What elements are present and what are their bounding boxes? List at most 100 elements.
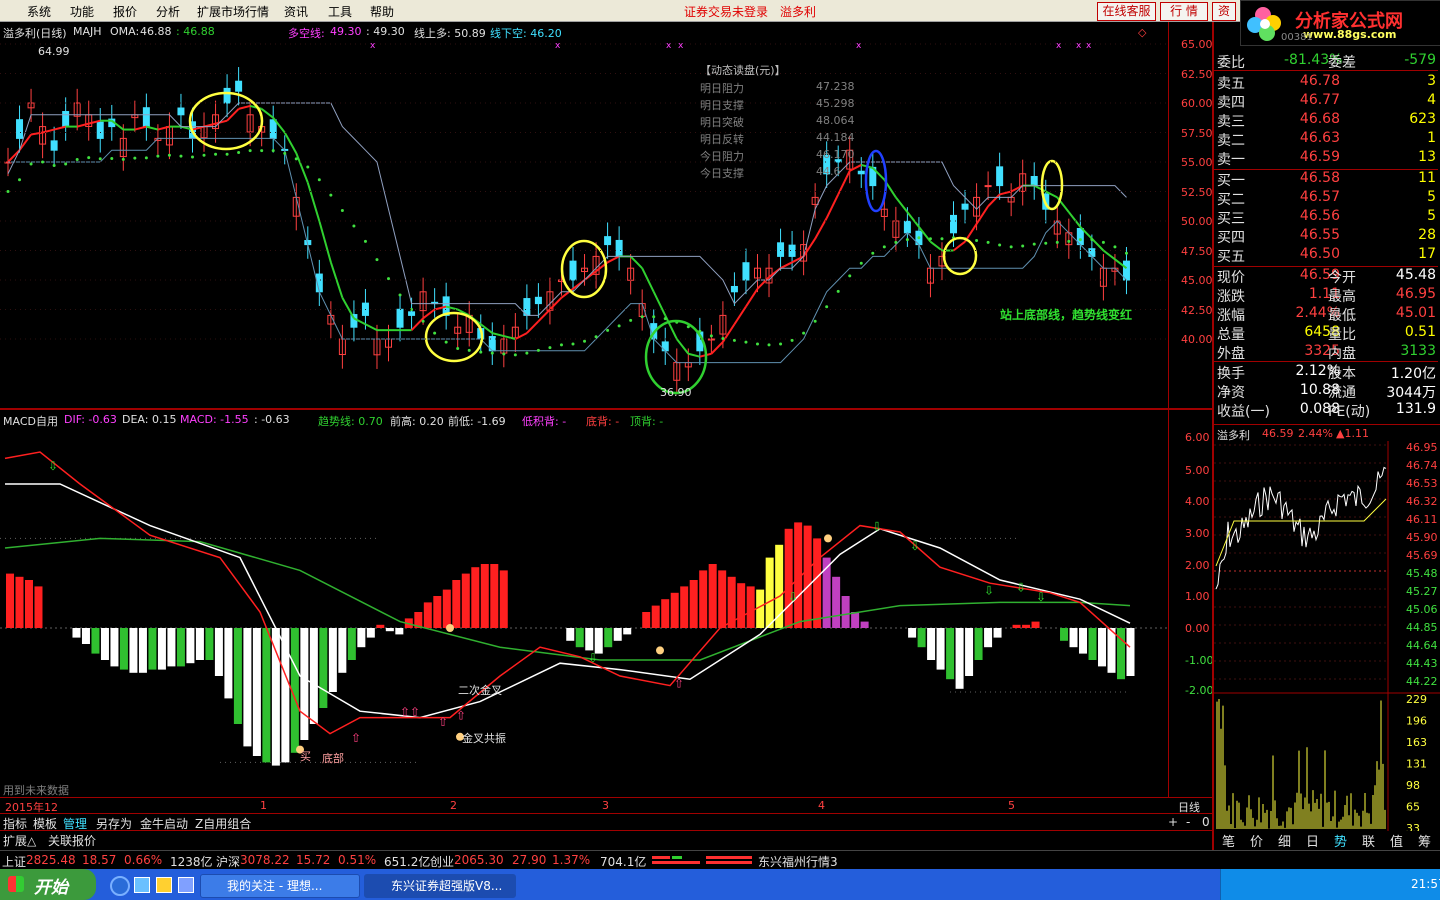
market-breadth-icon — [652, 856, 752, 864]
info-button[interactable]: 资 — [1212, 2, 1236, 21]
candle-body — [142, 107, 150, 128]
menu-analysis[interactable]: 分析 — [156, 3, 180, 20]
macd-bar-positive — [452, 580, 461, 628]
stat-row: 总量 6458 量比 0.51 — [1214, 324, 1438, 343]
sell-row[interactable]: 卖一 46.59 13 — [1214, 149, 1438, 168]
buy-row[interactable]: 买三 46.56 5 — [1214, 208, 1438, 227]
tab-bi[interactable]: 笔 — [1222, 831, 1235, 850]
zoom-out-button[interactable]: - — [1186, 815, 1190, 829]
macd-bar-positive — [718, 570, 727, 628]
trend-line-segment — [549, 297, 563, 311]
candle-body — [615, 239, 623, 257]
macd-trend: 趋势线: 0.70 — [318, 415, 383, 428]
buy-row[interactable]: 买五 46.50 17 — [1214, 246, 1438, 265]
y-tick: 2.00 — [1185, 559, 1210, 572]
explorer-icon[interactable] — [156, 877, 172, 893]
buy-row[interactable]: 买二 46.57 5 — [1214, 189, 1438, 208]
macd-chart[interactable]: ⇧⇧ ⇧⇧ ⇧⇧⇩⇩⇩⇩⇩ ⇩⇩⇩ — [0, 410, 1212, 797]
macd-bar-negative — [1088, 628, 1097, 660]
support-dot — [940, 237, 944, 241]
task-favorites[interactable]: 我的关注 - 理想... — [200, 874, 360, 898]
support-dot — [536, 348, 540, 352]
buy-arrow-icon: ⇧ — [400, 705, 410, 719]
menu-ext-market[interactable]: 扩展市场行情 — [197, 3, 269, 20]
support-dot — [375, 258, 379, 262]
macd-macd: MACD: -1.55 — [180, 413, 249, 426]
intraday-chart[interactable]: 46.95 46.74 46.53 46.32 46.11 45.90 45.69 45.48… — [1214, 441, 1440, 831]
ie-icon[interactable] — [110, 876, 130, 896]
tab-chou[interactable]: 筹 — [1418, 831, 1431, 850]
media-icon[interactable] — [178, 877, 194, 893]
stat-label: 涨跌 — [1217, 289, 1245, 305]
candle-body — [996, 166, 1004, 187]
sell-row[interactable]: 卖五 46.78 3 — [1214, 73, 1438, 92]
buy-volume: 11 — [1418, 170, 1436, 186]
server-label[interactable]: 东兴福州行情3 — [758, 853, 838, 870]
sell-arrow-icon: ⇩ — [984, 584, 994, 598]
tab-related-quote[interactable]: 关联报价 — [48, 832, 96, 849]
tab-lian[interactable]: 联 — [1362, 831, 1375, 850]
task-dongxing[interactable]: 东兴证券超强版V8... — [364, 874, 516, 898]
online-service-button[interactable]: 在线客服 — [1097, 2, 1156, 21]
time-label: 5 — [1008, 799, 1015, 812]
duokong-value2: : 49.30 — [366, 25, 405, 38]
tab-shi[interactable]: 势 — [1334, 831, 1347, 850]
support-dot — [283, 151, 287, 155]
support-dot — [502, 352, 506, 356]
menu-info[interactable]: 资讯 — [284, 3, 308, 20]
dynamic-reading-box: 【动态读盘(元)】 明日阻力 47.238 明日支撑 45.298 明日突破 48.0… — [700, 62, 870, 182]
sell-arrow-icon: ⇩ — [1016, 580, 1026, 594]
intraday-y-tick: 45.06 — [1406, 603, 1438, 616]
support-dot — [444, 340, 448, 344]
desktop-icon[interactable] — [134, 877, 150, 893]
menu-quote[interactable]: 报价 — [113, 3, 137, 20]
start-button[interactable]: 开始 — [0, 869, 96, 900]
support-dot — [917, 236, 921, 240]
reading-value: 46.170 — [816, 148, 855, 161]
buy-row[interactable]: 买四 46.55 28 — [1214, 227, 1438, 246]
menu-tools[interactable]: 工具 — [328, 3, 352, 20]
sell-row[interactable]: 卖二 46.63 1 — [1214, 130, 1438, 149]
tab-extend[interactable]: 扩展△ — [3, 832, 36, 849]
menu-help[interactable]: 帮助 — [370, 3, 394, 20]
buy-row[interactable]: 买一 46.58 11 — [1214, 170, 1438, 189]
trend-line-segment — [664, 314, 678, 340]
tab-jia[interactable]: 价 — [1250, 831, 1263, 850]
tab-ri[interactable]: 日 — [1306, 831, 1319, 850]
support-dot — [767, 343, 771, 347]
support-dot — [859, 261, 863, 265]
stat-row: 现价 46.59 今开 45.48 — [1214, 267, 1438, 286]
macd-bar-negative — [186, 628, 195, 664]
zoom-in-button[interactable]: + — [1168, 815, 1178, 829]
macd-bar-positive — [480, 564, 489, 628]
kline-panel[interactable]: x x x x x x x x ◇ 溢多利(日线) MAJH OMA: 46.88 : 46.8… — [0, 22, 1213, 408]
support-dot — [894, 240, 898, 244]
reading-value: 44.184 — [816, 131, 855, 144]
support-dot — [813, 319, 817, 323]
sell-row[interactable]: 卖四 46.77 4 — [1214, 92, 1438, 111]
candle-body — [788, 244, 796, 257]
support-dot — [836, 289, 840, 293]
candle-body — [903, 220, 911, 234]
sell-row[interactable]: 卖三 46.68 623 — [1214, 111, 1438, 130]
trade-login-notice[interactable]: 证券交易未登录 — [684, 3, 768, 20]
tab-zhi[interactable]: 值 — [1390, 831, 1403, 850]
sell-volume: 13 — [1418, 149, 1436, 165]
macd-val: : -0.63 — [254, 413, 290, 426]
candle-body — [1030, 175, 1038, 187]
macd-panel[interactable]: ⇧ ⇧ ⇧ ⇧ ⇧ ⇧ ⇩ ⇩ ⇩ ⇩ ⇩ ⇩ ⇩ ⇩ MACD自用 DIF: -0.63 DEA: 0.… — [0, 410, 1213, 797]
macd-bar-negative — [908, 628, 917, 638]
kline-chart[interactable]: x x x x x x x x◇ — [0, 22, 1212, 408]
menu-system[interactable]: 系统 — [27, 3, 51, 20]
intraday-vol-tick: 196 — [1406, 715, 1427, 728]
menu-function[interactable]: 功能 — [70, 3, 94, 20]
intraday-panel[interactable]: 溢多利 46.59 2.44% ▲1.11 46.95 46.74 46.53 46.… — [1214, 424, 1440, 831]
support-dot — [387, 277, 391, 281]
market-button[interactable]: 行 情 — [1160, 2, 1208, 21]
macd-bar-negative — [167, 628, 176, 667]
tab-xi[interactable]: 细 — [1278, 831, 1291, 850]
trend-line-segment — [42, 128, 55, 134]
reset-button[interactable]: 0 — [1202, 815, 1210, 829]
support-dot — [329, 193, 333, 197]
support-dot — [271, 149, 275, 153]
